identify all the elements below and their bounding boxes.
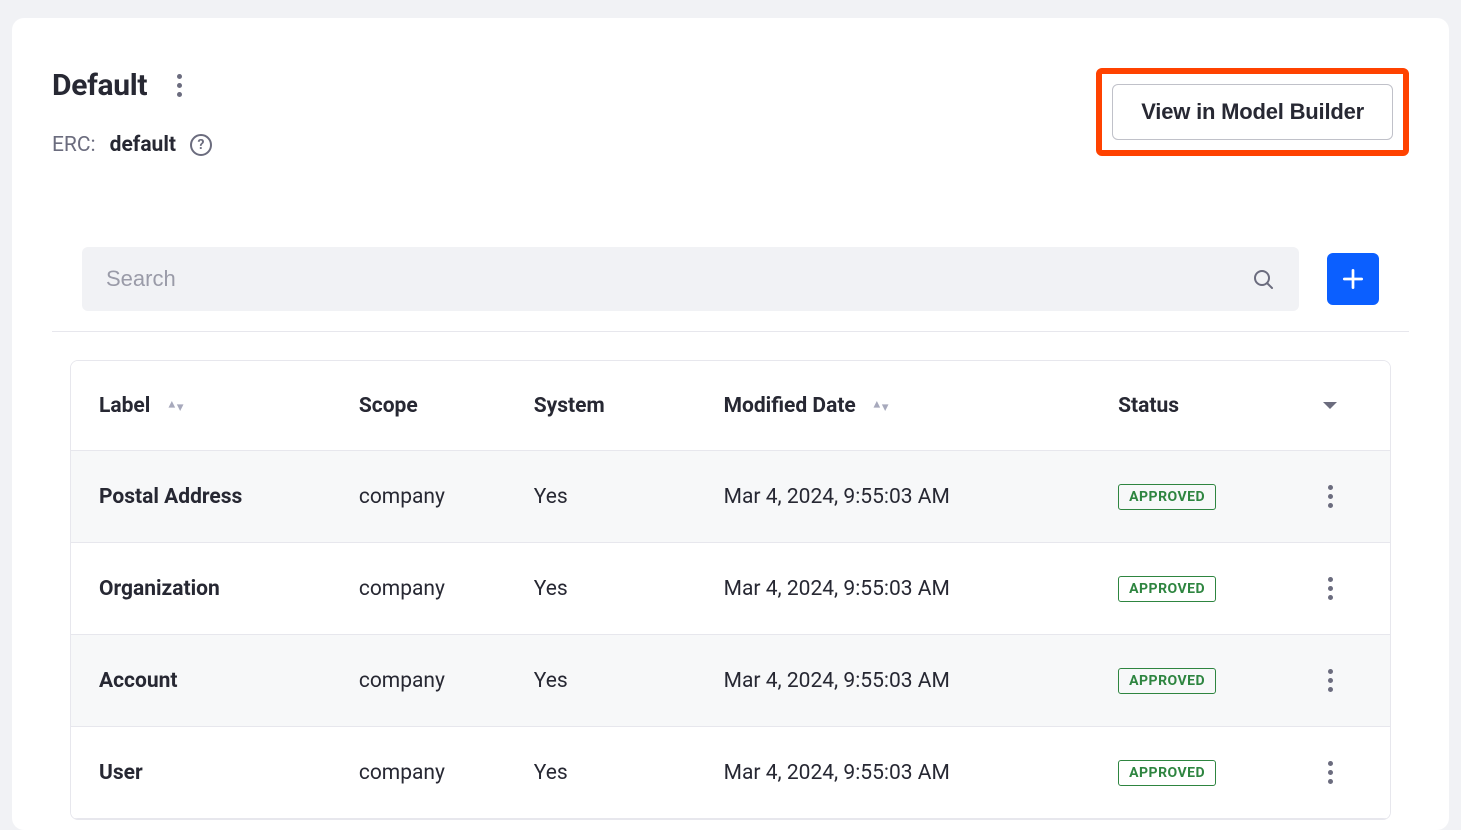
col-header-modified[interactable]: Modified Date xyxy=(696,361,1090,451)
col-header-label-text: Label xyxy=(99,394,150,418)
status-badge: APPROVED xyxy=(1118,576,1216,602)
search-input[interactable] xyxy=(106,266,1251,292)
help-icon[interactable]: ? xyxy=(190,134,212,156)
col-header-actions[interactable] xyxy=(1270,361,1390,451)
sort-icon xyxy=(871,398,891,414)
search-icon[interactable] xyxy=(1251,267,1275,291)
table-row: Account company Yes Mar 4, 2024, 9:55:03… xyxy=(71,635,1390,727)
cell-actions xyxy=(1270,451,1390,543)
view-in-model-builder-button[interactable]: View in Model Builder xyxy=(1112,84,1393,140)
row-actions-menu[interactable] xyxy=(1298,575,1362,602)
row-actions-menu[interactable] xyxy=(1298,759,1362,786)
cell-status: APPROVED xyxy=(1090,543,1270,635)
kebab-icon xyxy=(177,72,182,99)
page-title: Default xyxy=(52,68,147,103)
cell-modified: Mar 4, 2024, 9:55:03 AM xyxy=(696,727,1090,819)
table-row: User company Yes Mar 4, 2024, 9:55:03 AM… xyxy=(71,727,1390,819)
kebab-icon xyxy=(1328,575,1333,602)
col-header-modified-text: Modified Date xyxy=(724,394,856,418)
cell-label: Postal Address xyxy=(71,451,331,543)
toolbar xyxy=(52,247,1409,311)
row-actions-menu[interactable] xyxy=(1298,483,1362,510)
cell-status: APPROVED xyxy=(1090,635,1270,727)
cell-label: Organization xyxy=(71,543,331,635)
erc-value: default xyxy=(110,133,176,157)
cell-label: Account xyxy=(71,635,331,727)
cell-modified: Mar 4, 2024, 9:55:03 AM xyxy=(696,635,1090,727)
cell-system: Yes xyxy=(506,635,696,727)
kebab-icon xyxy=(1328,759,1333,786)
table-row: Organization company Yes Mar 4, 2024, 9:… xyxy=(71,543,1390,635)
status-badge: APPROVED xyxy=(1118,668,1216,694)
add-button[interactable] xyxy=(1327,253,1379,305)
cell-modified: Mar 4, 2024, 9:55:03 AM xyxy=(696,451,1090,543)
col-header-scope[interactable]: Scope xyxy=(331,361,506,451)
cell-system: Yes xyxy=(506,451,696,543)
cell-scope: company xyxy=(331,451,506,543)
kebab-icon xyxy=(1328,667,1333,694)
cell-system: Yes xyxy=(506,727,696,819)
kebab-icon xyxy=(1328,483,1333,510)
row-actions-menu[interactable] xyxy=(1298,667,1362,694)
highlight-box: View in Model Builder xyxy=(1096,68,1409,156)
col-header-status[interactable]: Status xyxy=(1090,361,1270,451)
title-line: Default xyxy=(52,68,212,103)
main-card: Default ERC: default ? View in Model Bui… xyxy=(12,18,1449,830)
page-actions-menu[interactable] xyxy=(167,74,191,98)
col-header-system-text: System xyxy=(534,394,605,418)
cell-scope: company xyxy=(331,727,506,819)
cell-scope: company xyxy=(331,543,506,635)
cell-scope: company xyxy=(331,635,506,727)
search-field-wrap xyxy=(82,247,1299,311)
toolbar-divider xyxy=(52,331,1409,332)
status-badge: APPROVED xyxy=(1118,484,1216,510)
cell-actions xyxy=(1270,727,1390,819)
col-header-status-text: Status xyxy=(1118,394,1179,418)
cell-system: Yes xyxy=(506,543,696,635)
cell-actions xyxy=(1270,543,1390,635)
cell-status: APPROVED xyxy=(1090,451,1270,543)
table-row: Postal Address company Yes Mar 4, 2024, … xyxy=(71,451,1390,543)
data-table: Label Scope System Modified Date xyxy=(70,360,1391,820)
table-header-row: Label Scope System Modified Date xyxy=(71,361,1390,451)
status-badge: APPROVED xyxy=(1118,760,1216,786)
col-header-label[interactable]: Label xyxy=(71,361,331,451)
plus-icon xyxy=(1340,266,1366,292)
cell-status: APPROVED xyxy=(1090,727,1270,819)
erc-line: ERC: default ? xyxy=(52,133,212,157)
col-header-scope-text: Scope xyxy=(359,394,418,418)
erc-label: ERC: xyxy=(52,133,96,157)
sort-icon xyxy=(166,398,186,414)
cell-label: User xyxy=(71,727,331,819)
cell-actions xyxy=(1270,635,1390,727)
cell-modified: Mar 4, 2024, 9:55:03 AM xyxy=(696,543,1090,635)
title-block: Default ERC: default ? xyxy=(52,68,212,157)
table-wrap: Label Scope System Modified Date xyxy=(52,360,1409,820)
col-header-system[interactable]: System xyxy=(506,361,696,451)
header-row: Default ERC: default ? View in Model Bui… xyxy=(52,68,1409,157)
table-body: Postal Address company Yes Mar 4, 2024, … xyxy=(71,451,1390,819)
chevron-down-icon xyxy=(1322,400,1338,412)
